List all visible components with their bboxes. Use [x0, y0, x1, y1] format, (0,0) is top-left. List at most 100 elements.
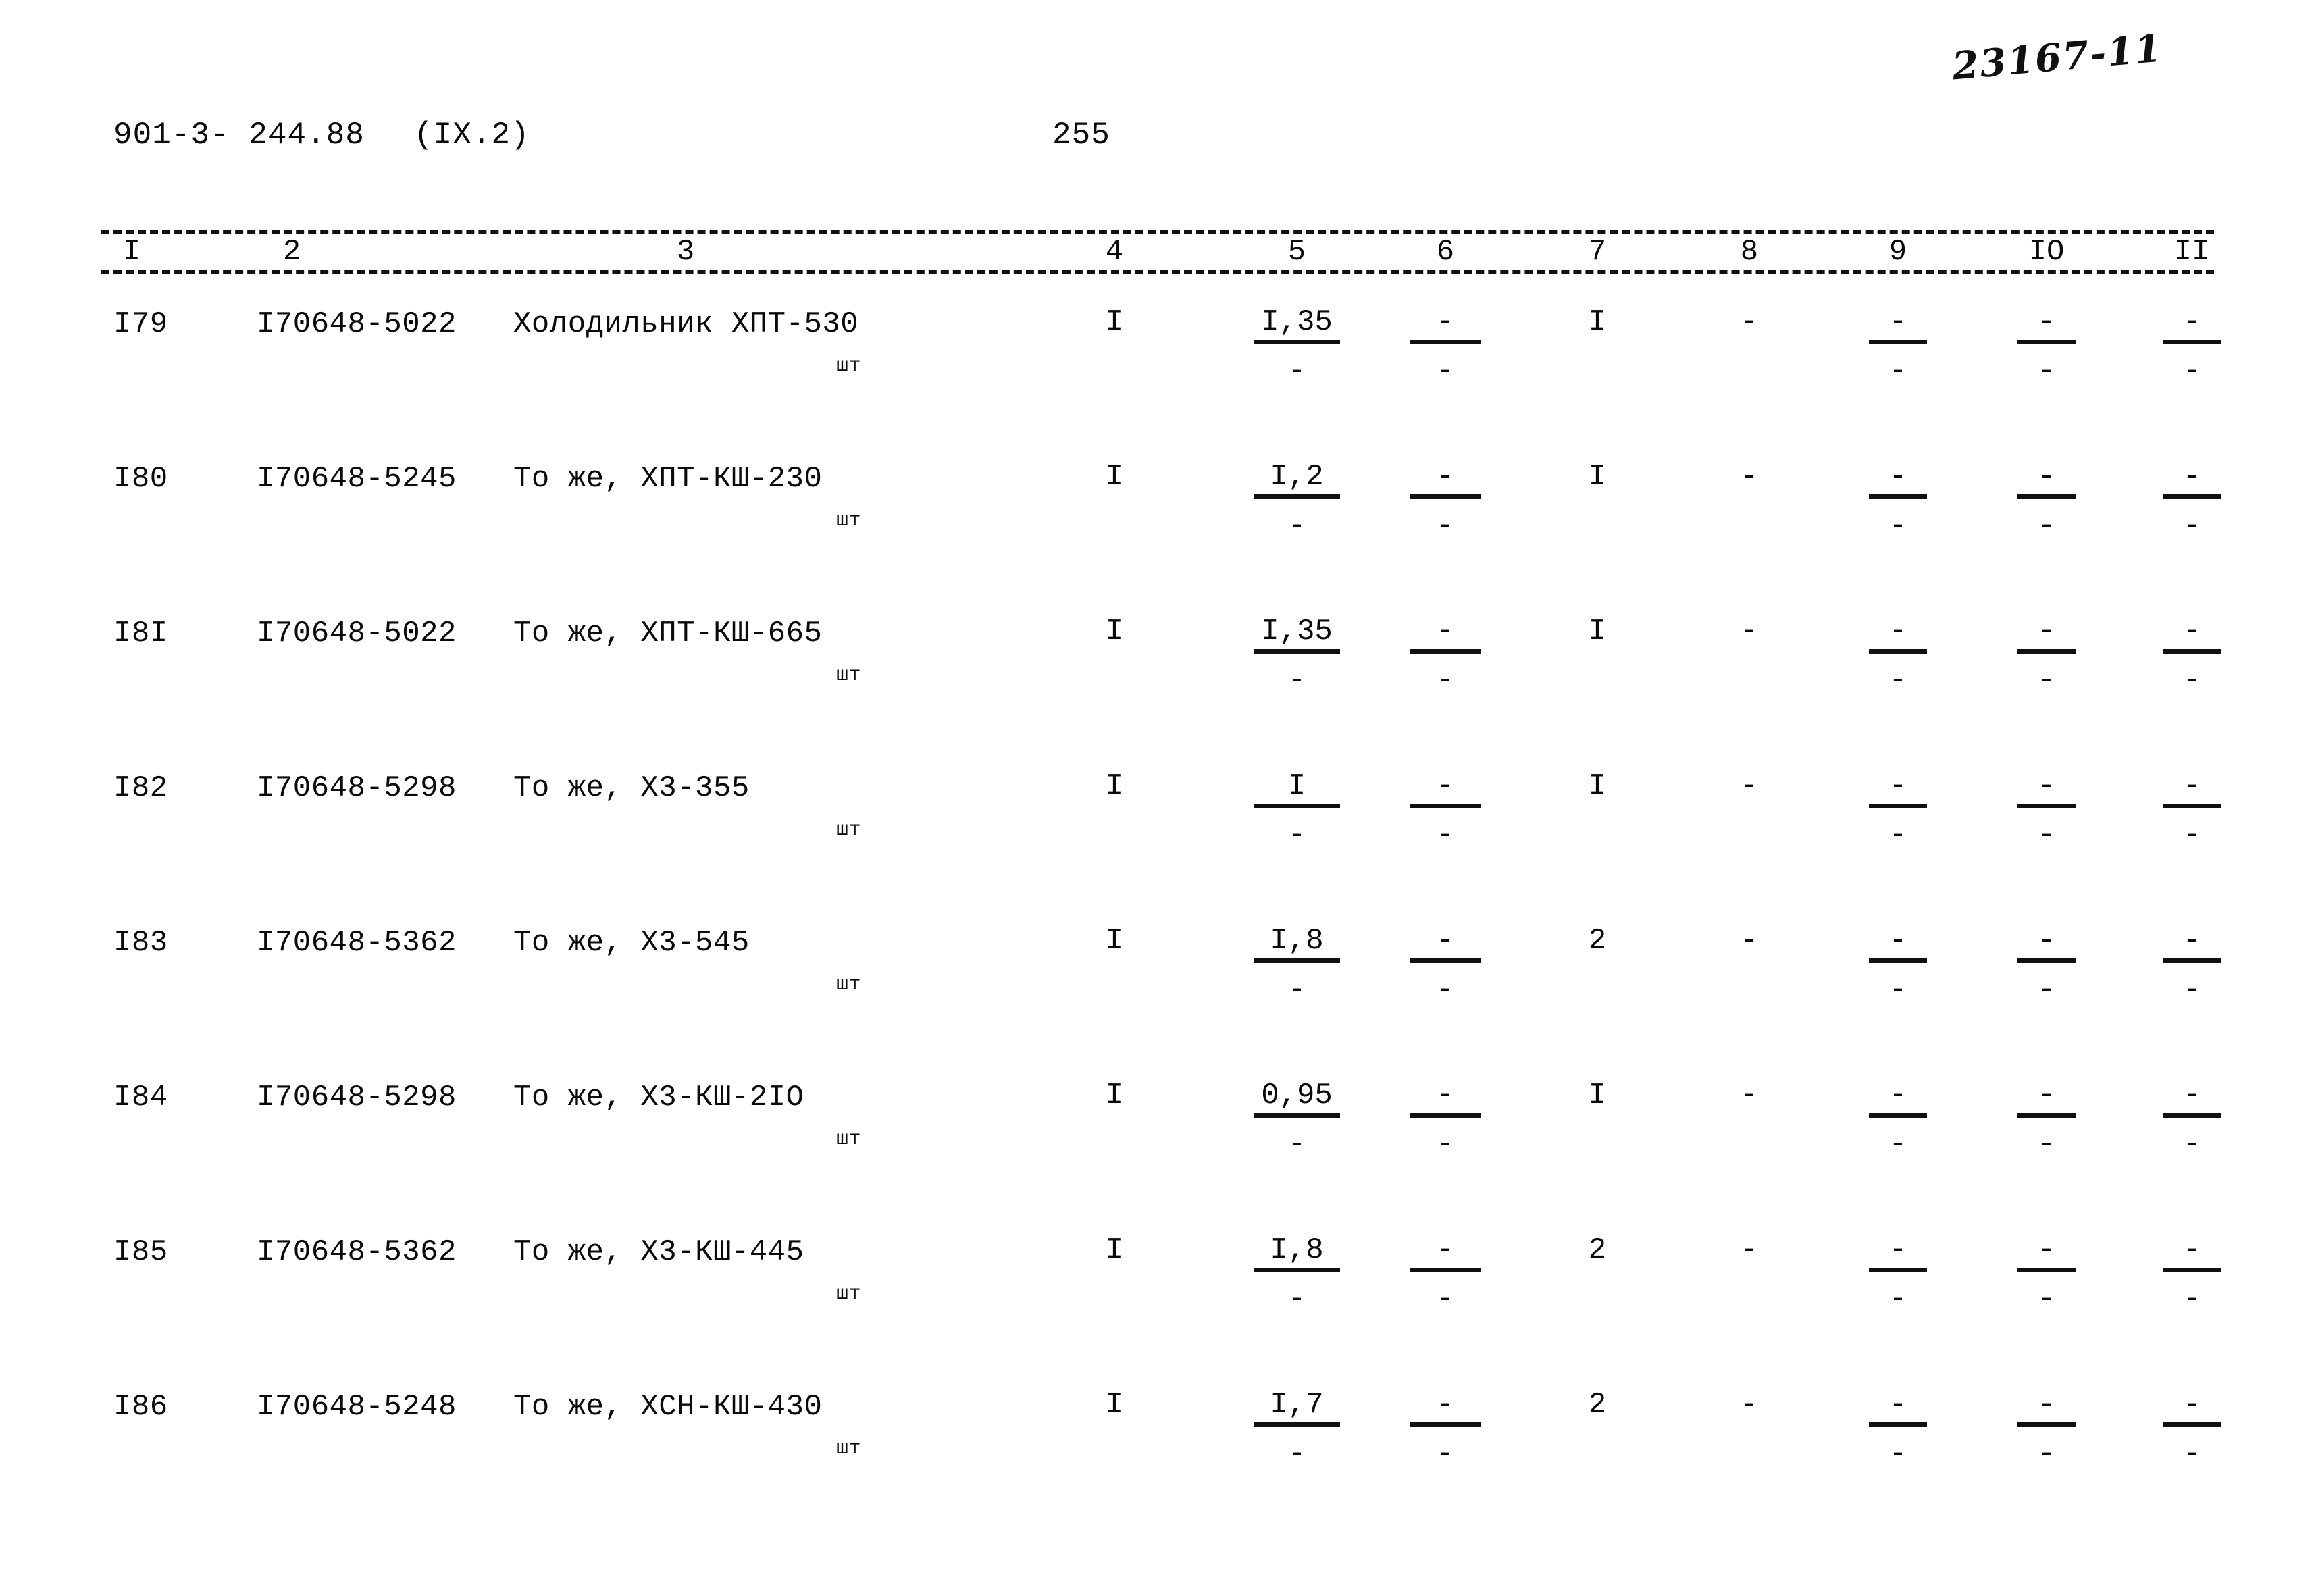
table-row: I86 I70648-5248 То же, ХСН-КШ-430 шт I I,7- - -…	[0, 1390, 2314, 1525]
row-col4-quantity: I	[1047, 617, 1182, 646]
row-equipment-name: Холодильник ХПТ-530	[513, 307, 859, 341]
fraction-bar	[2163, 1268, 2221, 1272]
row-catalogue-code: I70648-5298	[257, 771, 457, 805]
row-col5-sub: -	[1287, 664, 1306, 698]
row-col6-value: -	[1436, 460, 1455, 494]
row-position-number: I83	[113, 926, 168, 960]
row-col6-sub: -	[1436, 819, 1455, 852]
row-col6-sub: -	[1436, 1437, 1455, 1471]
row-col9-fraction: --	[1830, 1235, 1965, 1314]
row-unit-of-measure: шт	[836, 1437, 862, 1460]
table-header-bottom-rule	[101, 270, 2214, 274]
fraction-bar	[1254, 804, 1340, 808]
row-col6-fraction: --	[1378, 307, 1513, 386]
row-col4-quantity: I	[1047, 771, 1182, 801]
row-col5-value: I,8	[1270, 1233, 1324, 1267]
row-col11-sub: -	[2182, 1283, 2201, 1316]
row-position-number: I84	[113, 1081, 168, 1114]
fraction-bar	[2163, 958, 2221, 963]
row-col5-sub: -	[1287, 355, 1306, 388]
row-col6-sub: -	[1436, 509, 1455, 543]
fraction-bar	[1869, 340, 1927, 344]
row-col6-fraction: --	[1378, 926, 1513, 1005]
fraction-bar	[1254, 1113, 1340, 1118]
fraction-bar	[1410, 1268, 1481, 1272]
row-col9-sub: -	[1888, 1128, 1907, 1162]
row-col11-value: -	[2182, 924, 2201, 958]
row-col5-fraction: I,8 -	[1229, 1235, 1364, 1314]
row-col11-sub: -	[2182, 1437, 2201, 1471]
row-col8-value: -	[1682, 307, 1817, 337]
row-col10-sub: -	[2037, 509, 2056, 543]
column-header-3: 3	[676, 235, 695, 269]
row-col5-value: I,2	[1270, 460, 1324, 494]
row-col11-value: -	[2182, 615, 2201, 648]
row-col6-fraction: --	[1378, 462, 1513, 541]
row-col11-value: -	[2182, 305, 2201, 339]
fraction-bar	[1254, 958, 1340, 963]
row-col11-fraction: --	[2124, 307, 2259, 386]
row-col11-sub: -	[2182, 819, 2201, 852]
row-col6-fraction: --	[1378, 1390, 1513, 1469]
row-col11-sub: -	[2182, 509, 2201, 543]
fraction-bar	[2017, 1268, 2076, 1272]
row-col6-fraction: --	[1378, 771, 1513, 850]
row-col10-fraction: --	[1979, 926, 2114, 1005]
row-col4-quantity: I	[1047, 307, 1182, 337]
row-col10-fraction: --	[1979, 1390, 2114, 1469]
row-col4-quantity-text: I	[1105, 924, 1124, 958]
row-col11-fraction: --	[2124, 926, 2259, 1005]
row-col7-quantity: I	[1530, 617, 1665, 646]
row-col5-sub: -	[1287, 1128, 1306, 1162]
fraction-bar	[2017, 804, 2076, 808]
row-col11-sub: -	[2182, 664, 2201, 698]
row-col11-fraction: --	[2124, 1235, 2259, 1314]
column-header-2: 2	[282, 235, 301, 269]
row-catalogue-code: I70648-5362	[257, 1235, 457, 1269]
row-col7-quantity-text: I	[1588, 305, 1607, 339]
row-equipment-name: То же, Х3-КШ-2IO	[513, 1081, 804, 1114]
row-equipment-name: То же, Х3-355	[513, 771, 750, 805]
row-col10-value: -	[2037, 769, 2056, 803]
table-row: I79 I70648-5022 Холодильник ХПТ-530 шт I I,35…	[0, 307, 2314, 442]
row-col10-value: -	[2037, 460, 2056, 494]
row-col8-value-text: -	[1740, 615, 1759, 648]
row-col10-value: -	[2037, 1079, 2056, 1112]
row-col9-sub: -	[1888, 509, 1907, 543]
row-col5-fraction: I,2 -	[1229, 462, 1364, 541]
row-col4-quantity: I	[1047, 1235, 1182, 1265]
fraction-bar	[1410, 340, 1481, 344]
row-col4-quantity-text: I	[1105, 615, 1124, 648]
row-col11-value: -	[2182, 460, 2201, 494]
row-col9-fraction: --	[1830, 926, 1965, 1005]
row-col11-sub: -	[2182, 355, 2201, 388]
row-col8-value-text: -	[1740, 1079, 1759, 1112]
row-col4-quantity: I	[1047, 462, 1182, 492]
fraction-bar	[1410, 649, 1481, 654]
row-col10-sub: -	[2037, 973, 2056, 1007]
row-col9-value: -	[1888, 924, 1907, 958]
row-col7-quantity-text: 2	[1588, 924, 1607, 958]
row-catalogue-code: I70648-5022	[257, 617, 457, 650]
row-col8-value: -	[1682, 1081, 1817, 1110]
row-col9-value: -	[1888, 460, 1907, 494]
row-col9-value: -	[1888, 615, 1907, 648]
row-col5-sub: -	[1287, 973, 1306, 1007]
row-col10-sub: -	[2037, 355, 2056, 388]
row-position-number: I82	[113, 771, 168, 805]
fraction-bar	[1869, 1268, 1927, 1272]
fraction-bar	[2163, 494, 2221, 499]
row-col10-fraction: --	[1979, 771, 2114, 850]
row-col6-value: -	[1436, 1233, 1455, 1267]
fraction-bar	[1410, 1422, 1481, 1427]
row-col9-sub: -	[1888, 664, 1907, 698]
fraction-bar	[2017, 649, 2076, 654]
fraction-bar	[1410, 958, 1481, 963]
row-col6-value: -	[1436, 1079, 1455, 1112]
fraction-bar	[1254, 340, 1340, 344]
row-col9-sub: -	[1888, 1437, 1907, 1471]
row-col5-sub: -	[1287, 509, 1306, 543]
row-position-number: I8I	[113, 617, 168, 650]
row-col6-sub: -	[1436, 973, 1455, 1007]
fraction-bar	[1410, 494, 1481, 499]
